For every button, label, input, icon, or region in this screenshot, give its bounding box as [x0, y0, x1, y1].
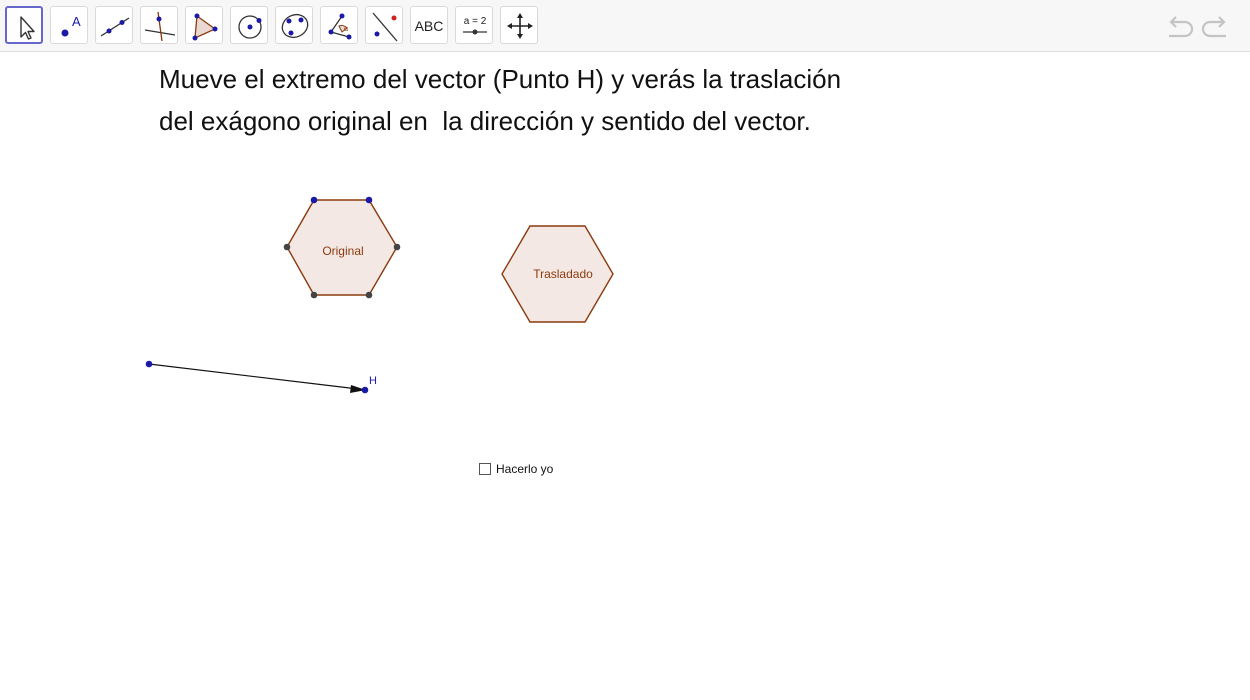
tool-polygon[interactable]: [185, 6, 223, 44]
tool-text[interactable]: ABC: [410, 6, 448, 44]
point-tool-letter: A: [72, 14, 81, 29]
toolbar: A α ABC a = 2: [0, 0, 1250, 52]
hexagon-vertex-dependent: [393, 243, 401, 251]
checkbox-label: Hacerlo yo: [496, 462, 554, 476]
hexagon-translated: Trasladado: [501, 225, 614, 323]
redo-button[interactable]: [1200, 12, 1232, 40]
slider-icon: a = 2: [463, 16, 487, 35]
tool-move-view[interactable]: [500, 6, 538, 44]
vector-line: [148, 363, 359, 390]
move-arrow-icon: [20, 16, 35, 40]
tool-line[interactable]: [95, 6, 133, 44]
hexagon-original[interactable]: Original: [283, 196, 401, 299]
tool-point[interactable]: A: [50, 6, 88, 44]
hexagon-vertex-dependent: [365, 291, 373, 299]
point-icon: A: [61, 14, 81, 37]
tool-perpendicular[interactable]: [140, 6, 178, 44]
tool-slider[interactable]: a = 2: [455, 6, 493, 44]
tool-conic[interactable]: [275, 6, 313, 44]
move-graphics-view-icon: [507, 13, 533, 39]
undo-button[interactable]: [1163, 12, 1195, 40]
checkbox-box[interactable]: [479, 463, 491, 475]
slider-tool-label: a = 2: [464, 16, 487, 27]
perpendicular-line-icon: [144, 11, 176, 42]
hexagon-translated-label: Trasladado: [533, 267, 593, 281]
angle-mark-text: α: [344, 26, 348, 33]
line-icon: [100, 17, 130, 37]
hexagon-vertex-dependent: [283, 243, 291, 251]
translation-vector: H: [145, 360, 377, 394]
geogebra-app: A α ABC a = 2 Mueve el extremo del vecto…: [0, 0, 1250, 700]
tool-angle[interactable]: α: [320, 6, 358, 44]
undo-icon: [1169, 16, 1194, 38]
point-h[interactable]: [361, 386, 369, 394]
tool-circle[interactable]: [230, 6, 268, 44]
tool-move[interactable]: [5, 6, 43, 44]
polygon-icon: [192, 13, 218, 41]
hexagon-original-label: Original: [322, 244, 363, 258]
reflect-line-icon: [372, 12, 398, 42]
text-icon: ABC: [414, 18, 444, 34]
redo-icon: [1201, 16, 1226, 38]
ellipse-icon: [281, 13, 309, 39]
point-h-label: H: [369, 375, 377, 387]
tool-reflect[interactable]: [365, 6, 403, 44]
hexagon-vertex-free[interactable]: [310, 196, 318, 204]
hexagon-vertex-dependent: [310, 291, 318, 299]
vector-start-point[interactable]: [145, 360, 153, 368]
graphics-view[interactable]: Original Trasladado H: [0, 53, 1250, 693]
angle-icon: α: [328, 13, 352, 40]
circle-center-point-icon: [238, 15, 262, 39]
hexagon-vertex-free[interactable]: [365, 196, 373, 204]
